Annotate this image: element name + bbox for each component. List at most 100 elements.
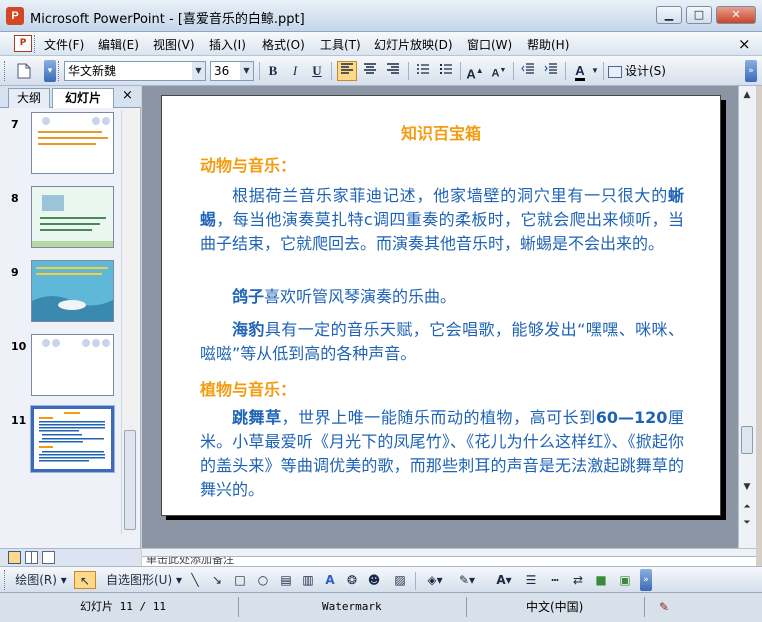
oval-tool-icon[interactable]: ○ [253, 571, 273, 589]
toolbar-options-chevron-icon[interactable]: ▾ [44, 60, 56, 82]
underline-button[interactable]: U [307, 61, 327, 81]
slide-title[interactable]: 知识百宝箱 [162, 120, 720, 144]
vertical-textbox-icon[interactable]: ▥ [299, 571, 317, 589]
slideshow-view-icon[interactable] [42, 551, 55, 564]
notes-pane[interactable]: 单击此处添加备注 [142, 556, 756, 566]
increase-indent-button[interactable] [541, 61, 561, 81]
powerpoint-app-icon[interactable]: P [6, 7, 24, 25]
slide-canvas[interactable]: 知识百宝箱 动物与音乐： 根据荷兰音乐家菲迪记述，他家墙壁的洞穴里有一只很大的蜥… [161, 95, 721, 516]
line-tool-icon[interactable]: ╲ [186, 571, 204, 589]
slide-sorter-view-icon[interactable] [25, 551, 38, 564]
scroll-up-icon[interactable]: ▲ [740, 88, 754, 102]
select-pointer-icon[interactable]: ↖ [74, 571, 96, 589]
vertical-scrollbar[interactable] [738, 86, 756, 548]
toolbar-options-chevron-icon[interactable]: » [640, 569, 652, 591]
textbox-tool-icon[interactable]: ▤ [277, 571, 295, 589]
status-divider [466, 597, 467, 617]
spelling-status-icon[interactable]: ✎ [654, 597, 674, 617]
italic-button[interactable]: I [285, 61, 305, 81]
toolbar-separator [331, 62, 332, 80]
arrow-style-icon[interactable]: ⇄ [569, 571, 587, 589]
slide-position-status: 幻灯片 11 / 11 [80, 600, 166, 613]
menu-edit[interactable]: 编辑(E) [98, 36, 139, 53]
toolbar-grip-2[interactable] [58, 61, 62, 81]
bold-button[interactable]: B [263, 61, 283, 81]
horizontal-scrollbar[interactable] [142, 548, 756, 556]
wordart-icon[interactable]: A [321, 571, 339, 589]
toolbar-grip[interactable] [4, 61, 8, 81]
tab-outline[interactable]: 大纲 [8, 88, 50, 108]
font-color-button[interactable]: A [570, 61, 590, 81]
font-name-combo[interactable]: 华文新魏 ▼ [64, 61, 206, 81]
dash-style-icon[interactable]: ┅ [546, 571, 564, 589]
paragraph-lizard[interactable]: 根据荷兰音乐家菲迪记述，他家墙壁的洞穴里有一只很大的蜥蜴，每当他演奏莫扎特c调四… [200, 184, 684, 256]
decrease-font-size-icon[interactable]: A▼ [489, 61, 509, 81]
paragraph-seal[interactable]: 海豹具有一定的音乐天赋，它会唱歌，能够发出“嘿嘿、咪咪、嗞嗞”等从低到高的各种声… [200, 318, 684, 366]
chevron-down-icon[interactable]: ▼ [240, 62, 253, 80]
menu-format[interactable]: 格式(O) [262, 36, 305, 53]
close-window-button[interactable]: ✕ [716, 6, 756, 24]
menu-slideshow[interactable]: 幻灯片放映(D) [374, 36, 453, 53]
3d-style-icon[interactable]: ▣ [616, 571, 634, 589]
menu-insert[interactable]: 插入(I) [209, 36, 246, 53]
close-document-icon[interactable]: × [738, 35, 751, 53]
numbering-button[interactable] [413, 61, 433, 81]
draw-menu-button[interactable]: 绘图(R) ▾ [12, 571, 70, 589]
shadow-style-icon[interactable]: ■ [592, 571, 610, 589]
toolbar-grip[interactable] [4, 570, 8, 590]
section-heading-animals[interactable]: 动物与音乐： [200, 152, 296, 176]
toolbar-options-chevron-icon[interactable]: » [745, 60, 757, 82]
toolbar-separator [513, 62, 514, 80]
thumbnail-scrollbar[interactable] [121, 110, 137, 534]
align-right-button[interactable] [383, 61, 403, 81]
slide-thumbnail-7[interactable] [31, 112, 114, 174]
menu-file[interactable]: 文件(F) [44, 36, 84, 53]
paragraph-dancing-grass[interactable]: 跳舞草，世界上唯一能随乐而动的植物，高可长到60—120厘米。小草最爱听《月光下… [200, 406, 684, 502]
chevron-down-icon[interactable]: ▼ [590, 61, 600, 81]
menu-tools[interactable]: 工具(T) [320, 36, 361, 53]
line-color-icon[interactable]: ✎▾ [452, 571, 482, 589]
maximize-button[interactable]: □ [686, 6, 712, 24]
menu-view[interactable]: 视图(V) [153, 36, 195, 53]
section-heading-plants[interactable]: 植物与音乐： [200, 376, 296, 400]
autoshapes-menu-button[interactable]: 自选图形(U) ▾ [104, 571, 184, 589]
menu-help[interactable]: 帮助(H) [527, 36, 569, 53]
decrease-indent-button[interactable] [518, 61, 538, 81]
fill-color-icon[interactable]: ◈▾ [420, 571, 450, 589]
slide-thumbnail-10[interactable] [31, 334, 114, 396]
menu-window[interactable]: 窗口(W) [467, 36, 512, 53]
diagram-icon[interactable]: ❂ [343, 571, 361, 589]
document-icon[interactable]: P [14, 35, 32, 52]
font-size-combo[interactable]: 36 ▼ [210, 61, 254, 81]
slide-thumbnail-11[interactable] [30, 405, 115, 473]
previous-slide-icon[interactable]: ⏶ [740, 500, 754, 514]
arrow-tool-icon[interactable]: ↘ [208, 571, 226, 589]
minimize-button[interactable]: ▁ [656, 6, 682, 24]
insert-picture-icon[interactable]: ▨ [391, 571, 409, 589]
clipart-icon[interactable]: ☻ [365, 571, 383, 589]
close-pane-icon[interactable]: × [122, 88, 133, 103]
increase-font-size-icon[interactable]: A▲ [465, 61, 485, 81]
design-button[interactable]: 设计(S) [608, 61, 666, 81]
paragraph-pigeon[interactable]: 鸽子喜欢听管风琴演奏的乐曲。 [200, 285, 684, 309]
scroll-down-icon[interactable]: ▼ [740, 480, 754, 494]
thumbnail-scroll-thumb[interactable] [124, 430, 136, 530]
bullets-button[interactable] [436, 61, 456, 81]
menu-grip[interactable] [34, 35, 38, 53]
align-center-button[interactable] [360, 61, 380, 81]
next-slide-icon[interactable]: ⏷ [740, 516, 754, 530]
menu-bar: P 文件(F) 编辑(E) 视图(V) 插入(I) 格式(O) 工具(T) 幻灯… [0, 32, 762, 56]
line-style-icon[interactable]: ☰ [522, 571, 540, 589]
toolbar-separator [415, 572, 416, 590]
chevron-down-icon[interactable]: ▼ [192, 62, 205, 80]
slide-11-preview [39, 412, 105, 462]
tab-slides[interactable]: 幻灯片 [52, 88, 114, 108]
rectangle-tool-icon[interactable]: □ [230, 571, 250, 589]
vertical-scroll-thumb[interactable] [741, 426, 753, 454]
align-left-button[interactable] [337, 61, 357, 81]
slide-thumbnail-9[interactable] [31, 260, 114, 322]
new-document-icon[interactable] [14, 61, 34, 81]
font-color-draw-icon[interactable]: A▾ [488, 571, 520, 589]
slide-thumbnail-8[interactable] [31, 186, 114, 248]
normal-view-icon[interactable] [8, 551, 21, 564]
